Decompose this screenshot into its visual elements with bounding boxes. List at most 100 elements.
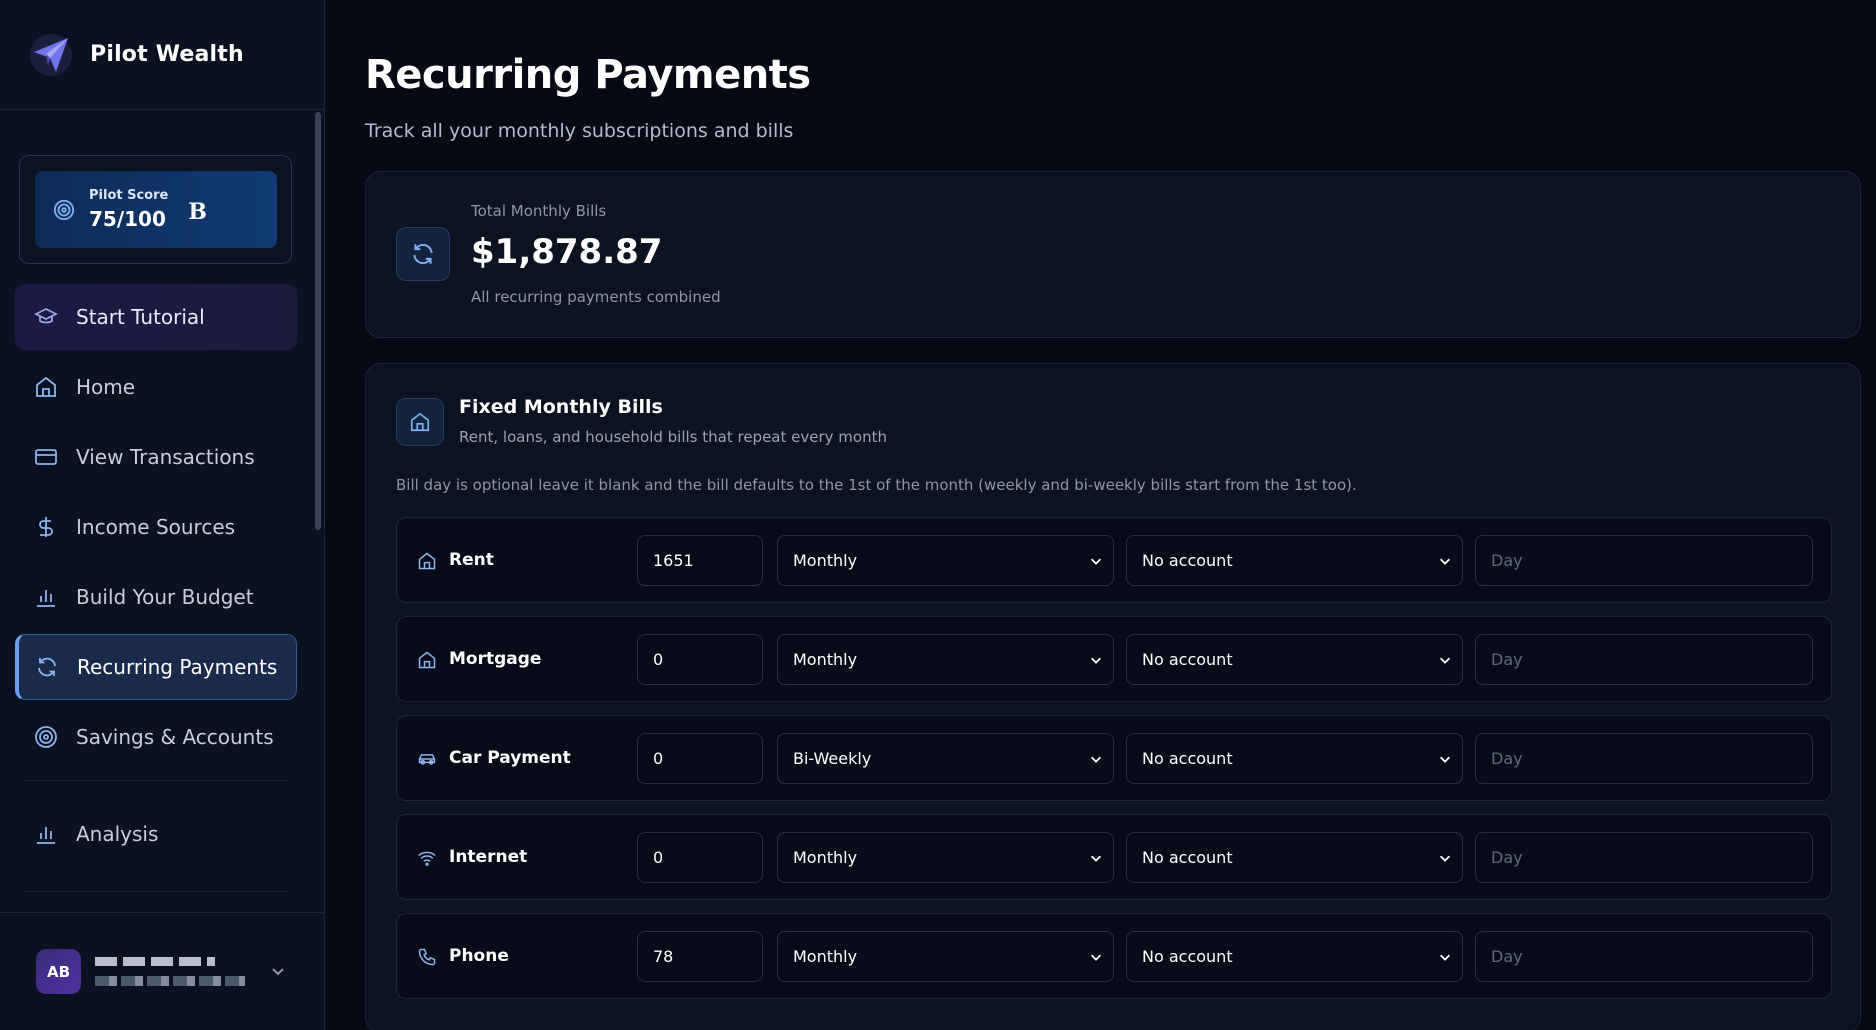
house-icon: [410, 412, 430, 432]
refresh-icon-box: [396, 227, 450, 281]
sidebar-item-label: Build Your Budget: [76, 585, 254, 609]
chevron-down-icon: [1440, 855, 1450, 862]
wifi-icon: [418, 851, 436, 866]
total-value: $1,878.87: [471, 232, 663, 272]
house-icon: [36, 376, 56, 397]
chevron-down-icon: [1440, 954, 1450, 961]
sidebar: Pilot Wealth Pilot Score 75/100 B Start: [0, 0, 325, 1030]
house-icon-box: [396, 398, 444, 446]
dollar-sign-icon: [39, 517, 53, 537]
graduation-cap-icon: [34, 307, 58, 324]
sidebar-item-label: View Transactions: [76, 445, 255, 469]
day-input[interactable]: Day: [1475, 832, 1813, 883]
frequency-select[interactable]: Bi-Weekly: [777, 733, 1114, 784]
bill-row-internet: Internet 0 Monthly No account Day: [396, 814, 1832, 900]
page-subtitle: Track all your monthly subscriptions and…: [365, 120, 794, 142]
account-select[interactable]: No account: [1126, 535, 1463, 586]
sidebar-item-recurring-payments[interactable]: Recurring Payments: [15, 634, 297, 700]
bill-row-rent: Rent 1651 Monthly No account Day: [396, 517, 1832, 603]
bill-name: Phone: [449, 946, 509, 966]
frequency-value: Monthly: [793, 947, 858, 966]
chevron-down-icon: [1440, 756, 1450, 763]
day-input[interactable]: Day: [1475, 535, 1813, 586]
bill-row-car-payment: Car Payment 0 Bi-Weekly No account Day: [396, 715, 1832, 801]
chevron-down-icon[interactable]: [270, 963, 286, 979]
account-select[interactable]: No account: [1126, 733, 1463, 784]
pilot-score-value: 75/100: [89, 207, 166, 231]
frequency-value: Monthly: [793, 848, 858, 867]
sidebar-item-label: Income Sources: [76, 515, 236, 539]
total-label: Total Monthly Bills: [471, 202, 607, 220]
frequency-select[interactable]: Monthly: [777, 931, 1114, 982]
account-select[interactable]: No account: [1126, 931, 1463, 982]
bill-name: Car Payment: [449, 748, 571, 768]
sidebar-item-view-transactions[interactable]: View Transactions: [15, 424, 297, 490]
credit-card-icon: [35, 449, 57, 465]
pilot-score-grade: B: [188, 198, 207, 225]
chevron-down-icon: [1091, 954, 1101, 961]
sidebar-item-income-sources[interactable]: Income Sources: [15, 494, 297, 560]
day-input[interactable]: Day: [1475, 931, 1813, 982]
bill-name: Rent: [449, 550, 494, 570]
target-icon: [53, 199, 75, 220]
sidebar-scrollbar[interactable]: [315, 112, 321, 530]
amount-input[interactable]: 0: [637, 634, 763, 685]
bill-row-mortgage: Mortgage 0 Monthly No account Day: [396, 616, 1832, 702]
bill-row-phone: Phone 78 Monthly No account Day: [396, 913, 1832, 999]
target-icon: [35, 726, 57, 748]
amount-input[interactable]: 1651: [637, 535, 763, 586]
sidebar-item-home[interactable]: Home: [15, 354, 297, 420]
sidebar-nav: Start Tutorial Home View Transactions In…: [15, 284, 297, 892]
frequency-value: Monthly: [793, 551, 858, 570]
pilot-score-card[interactable]: Pilot Score 75/100 B: [19, 155, 292, 264]
sidebar-item-analysis[interactable]: Analysis: [15, 801, 297, 867]
page-title: Recurring Payments: [365, 52, 811, 98]
frequency-value: Bi-Weekly: [793, 749, 872, 768]
account-value: No account: [1142, 551, 1233, 570]
bill-day-note: Bill day is optional leave it blank and …: [396, 476, 1357, 494]
paper-plane-logo-icon: [30, 33, 72, 76]
sidebar-item-build-your-budget[interactable]: Build Your Budget: [15, 564, 297, 630]
bill-name: Mortgage: [449, 649, 542, 669]
amount-input[interactable]: 78: [637, 931, 763, 982]
account-select[interactable]: No account: [1126, 634, 1463, 685]
app-root: Pilot Wealth Pilot Score 75/100 B Start: [0, 0, 1876, 1030]
total-monthly-bills-card: Total Monthly Bills $1,878.87 All recurr…: [365, 171, 1861, 338]
phone-icon: [418, 948, 436, 966]
section-title: Fixed Monthly Bills: [459, 396, 663, 418]
bill-name: Internet: [449, 847, 528, 867]
chevron-down-icon: [1440, 657, 1450, 664]
account-value: No account: [1142, 650, 1233, 669]
account-select[interactable]: No account: [1126, 832, 1463, 883]
account-value: No account: [1142, 749, 1233, 768]
amount-input[interactable]: 0: [637, 832, 763, 883]
house-icon: [418, 552, 436, 570]
day-input[interactable]: Day: [1475, 733, 1813, 784]
account-value: No account: [1142, 848, 1233, 867]
main-content: Recurring Payments Track all your monthl…: [325, 0, 1876, 1030]
nav-divider: [23, 780, 289, 781]
frequency-select[interactable]: Monthly: [777, 535, 1114, 586]
nav-divider: [23, 891, 289, 892]
sidebar-item-savings-accounts[interactable]: Savings & Accounts: [15, 704, 297, 770]
day-input[interactable]: Day: [1475, 634, 1813, 685]
chevron-down-icon: [1091, 855, 1101, 862]
amount-input[interactable]: 0: [637, 733, 763, 784]
redacted-email: [95, 976, 245, 986]
user-menu[interactable]: AB: [0, 912, 324, 1030]
fixed-monthly-bills-card: Fixed Monthly Bills Rent, loans, and hou…: [365, 363, 1861, 1030]
frequency-select[interactable]: Monthly: [777, 832, 1114, 883]
redacted-name: [95, 957, 215, 966]
account-value: No account: [1142, 947, 1233, 966]
sidebar-item-label: Recurring Payments: [77, 655, 278, 679]
sidebar-item-start-tutorial[interactable]: Start Tutorial: [15, 284, 297, 350]
chevron-down-icon: [1091, 558, 1101, 565]
frequency-select[interactable]: Monthly: [777, 634, 1114, 685]
user-info-redacted: [95, 957, 245, 986]
bar-chart-icon: [37, 827, 55, 844]
total-note: All recurring payments combined: [471, 288, 721, 306]
brand-name: Pilot Wealth: [90, 42, 244, 67]
refresh-icon: [38, 657, 56, 677]
sidebar-item-label: Home: [76, 375, 136, 399]
brand-header[interactable]: Pilot Wealth: [0, 0, 324, 110]
